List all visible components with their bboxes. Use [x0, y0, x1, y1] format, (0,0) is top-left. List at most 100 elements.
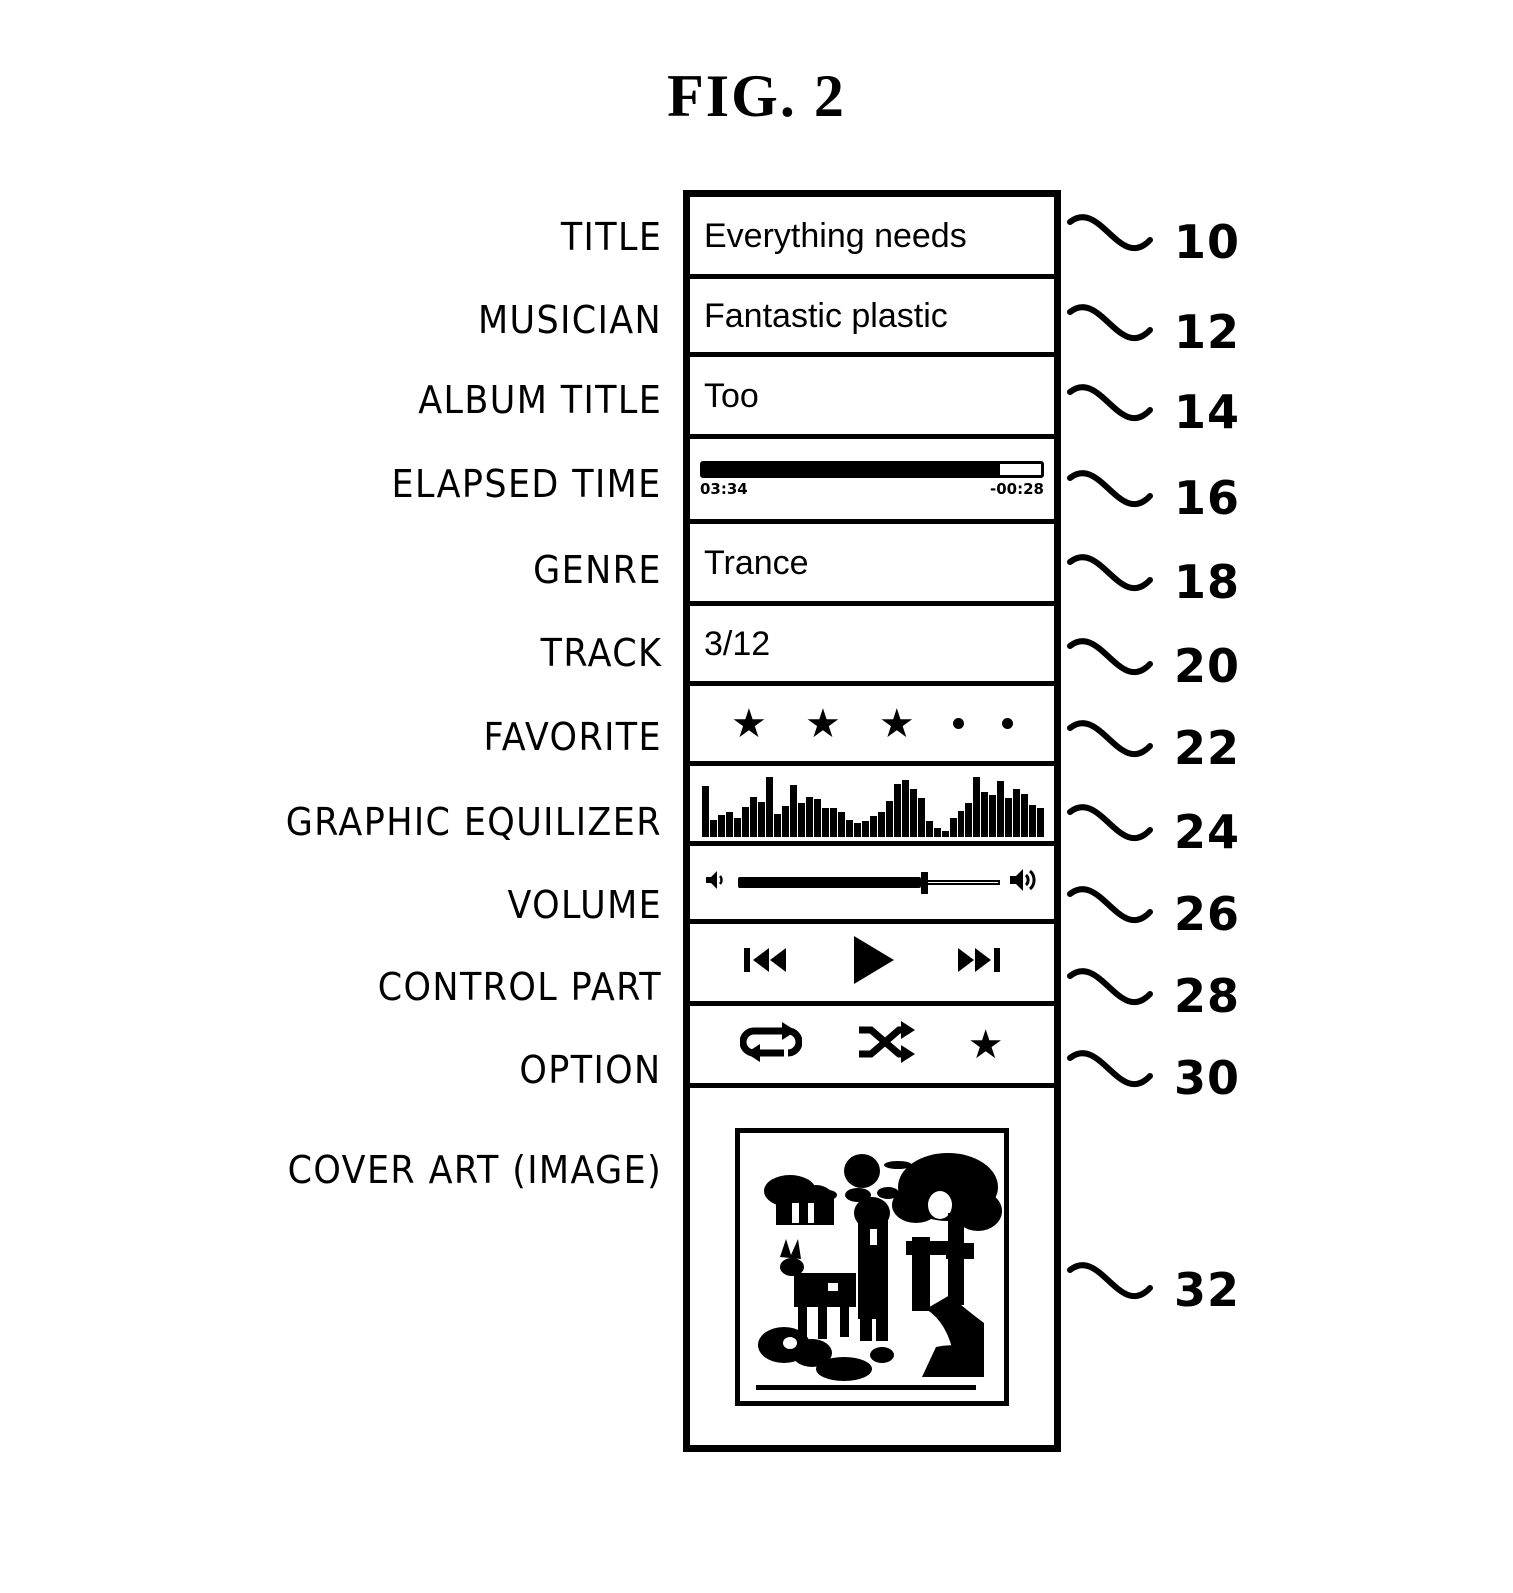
equalizer-bar	[965, 803, 973, 837]
equalizer-bar	[845, 820, 853, 837]
ref-number-16: 16	[1174, 471, 1241, 525]
playback-controls[interactable]	[690, 932, 1054, 993]
cover-art-image[interactable]	[735, 1127, 1009, 1406]
equalizer-bar	[757, 801, 765, 837]
ref-number-20: 20	[1174, 639, 1241, 693]
favorite-star-filled[interactable]: ★	[805, 704, 841, 744]
ref-number-10: 10	[1174, 215, 1241, 269]
row-label-musician: MUSICIAN	[477, 298, 662, 342]
equalizer-bar	[941, 830, 949, 837]
favorite-star-filled[interactable]: ★	[731, 704, 767, 744]
row-label-elapsed-time: ELAPSED TIME	[391, 462, 662, 506]
equalizer-bar	[981, 791, 989, 837]
previous-track-icon[interactable]	[741, 943, 789, 982]
favorite-rating[interactable]: ★ ★ ★	[690, 704, 1054, 744]
row-label-genre: GENRE	[533, 548, 662, 592]
ref-number-26: 26	[1174, 887, 1241, 941]
cover-art-container[interactable]	[690, 1088, 1054, 1445]
speaker-high-icon	[1008, 867, 1040, 898]
equalizer-bar	[813, 799, 821, 837]
field-graphic-equalizer[interactable]	[690, 766, 1054, 846]
ref-number-30: 30	[1174, 1051, 1241, 1105]
next-track-icon[interactable]	[955, 943, 1003, 982]
track-value: 3/12	[704, 624, 771, 663]
progress-bar-fill	[703, 463, 1001, 475]
field-track[interactable]: 3/12	[690, 606, 1054, 686]
field-album-title[interactable]: Too	[690, 357, 1054, 439]
speaker-low-icon	[704, 869, 730, 896]
star-icon[interactable]: ★	[968, 1025, 1004, 1065]
ref-number-24: 24	[1174, 805, 1241, 859]
equalizer-bar	[749, 796, 757, 837]
equalizer-bar	[885, 800, 893, 837]
equalizer-bar	[1005, 798, 1013, 837]
row-label-control-part: CONTROL PART	[377, 965, 662, 1009]
equalizer-bar	[853, 822, 861, 837]
equalizer-bar	[917, 798, 925, 837]
field-control-part[interactable]	[690, 924, 1054, 1006]
equalizer-bar	[869, 816, 877, 837]
equalizer-bar	[773, 813, 781, 837]
favorite-star-empty[interactable]	[952, 718, 964, 729]
volume-fill	[738, 877, 922, 888]
field-volume[interactable]	[690, 846, 1054, 924]
equalizer-bar	[949, 817, 957, 837]
equalizer-bar	[925, 821, 933, 837]
row-label-album-title: ALBUM TITLE	[417, 378, 662, 422]
equalizer-bar	[829, 808, 837, 837]
equalizer-bar	[702, 786, 709, 837]
music-player-screen: Everything needs Fantastic plastic Too 0…	[683, 190, 1061, 1452]
shuffle-icon[interactable]	[855, 1019, 916, 1070]
option-controls[interactable]: ★	[690, 1019, 1054, 1070]
equalizer-bar	[765, 777, 773, 837]
play-icon[interactable]	[844, 932, 900, 993]
equalizer-bar	[821, 808, 829, 837]
equalizer-bar	[1021, 794, 1029, 837]
row-label-cover-art: COVER ART (IMAGE)	[287, 1148, 662, 1192]
row-label-favorite: FAVORITE	[483, 715, 662, 759]
genre-value: Trance	[704, 543, 809, 582]
volume-remainder	[928, 880, 1000, 885]
field-title[interactable]: Everything needs	[690, 197, 1054, 279]
album-title-value: Too	[704, 376, 759, 415]
row-label-option: OPTION	[519, 1048, 662, 1092]
equalizer-bar	[973, 777, 981, 837]
field-cover-art[interactable]	[690, 1088, 1054, 1445]
field-genre[interactable]: Trance	[690, 524, 1054, 606]
repeat-icon[interactable]	[739, 1019, 803, 1070]
row-label-column: TITLE MUSICIAN ALBUM TITLE ELAPSED TIME …	[0, 0, 672, 1593]
musician-value: Fantastic plastic	[704, 296, 948, 335]
elapsed-time-widget[interactable]: 03:34 -00:28	[690, 460, 1054, 498]
equalizer-bar	[709, 820, 717, 837]
equalizer-bar	[1037, 808, 1045, 837]
field-favorite[interactable]: ★ ★ ★	[690, 686, 1054, 766]
equalizer-bar	[725, 812, 733, 837]
equalizer-bar	[797, 803, 805, 837]
field-musician[interactable]: Fantastic plastic	[690, 279, 1054, 357]
row-label-volume: VOLUME	[507, 883, 662, 927]
volume-track[interactable]	[738, 871, 1000, 894]
equalizer-bar	[861, 821, 869, 837]
elapsed-time-remaining: -00:28	[990, 479, 1044, 498]
equalizer-bar	[717, 814, 725, 837]
row-label-title: TITLE	[560, 215, 662, 259]
favorite-star-filled[interactable]: ★	[879, 704, 915, 744]
ref-number-18: 18	[1174, 555, 1241, 609]
equalizer-bar	[997, 781, 1005, 837]
row-label-graphic-equalizer: GRAPHIC EQUILIZER	[285, 800, 662, 844]
volume-knob[interactable]	[921, 871, 929, 894]
title-value: Everything needs	[704, 216, 967, 255]
equalizer-bar	[1013, 788, 1021, 837]
equalizer-bar	[805, 796, 813, 837]
equalizer-bar	[957, 811, 965, 837]
equalizer-bar	[901, 779, 909, 837]
field-option[interactable]: ★	[690, 1006, 1054, 1088]
time-readouts: 03:34 -00:28	[700, 480, 1044, 498]
progress-bar-track[interactable]	[700, 460, 1044, 478]
volume-slider[interactable]	[690, 867, 1054, 898]
favorite-star-empty[interactable]	[1001, 718, 1013, 729]
ref-number-28: 28	[1174, 969, 1241, 1023]
equalizer-bar	[1029, 804, 1037, 837]
ref-number-14: 14	[1174, 385, 1241, 439]
field-elapsed-time[interactable]: 03:34 -00:28	[690, 439, 1054, 524]
